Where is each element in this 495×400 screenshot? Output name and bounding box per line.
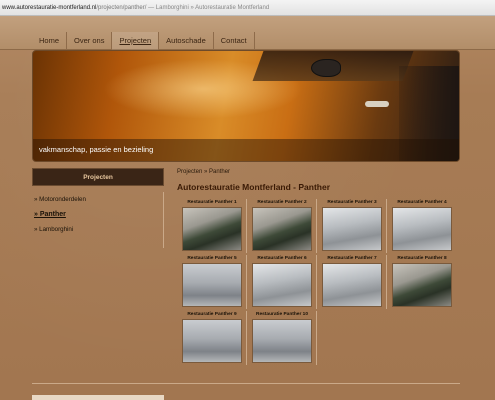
gallery-item-label: Restauratie Panther 8 [397,256,447,261]
footer-bar [32,395,164,400]
gallery-item[interactable]: Restauratie Panther 1 [180,199,244,251]
gallery-item-label: Restauratie Panther 1 [187,200,237,205]
sidebar-item-lamborghini[interactable]: » Lamborghini [32,222,163,237]
nav-autoschade[interactable]: Autoschade [158,32,213,50]
gallery-item[interactable]: Restauratie Panther 10 [250,311,314,363]
gallery-photo[interactable] [392,207,452,251]
gallery-separator [316,255,317,309]
browser-title-bar: www.autorestauratie-montferland.nl/proje… [0,0,495,16]
gallery-item-label: Restauratie Panther 10 [256,312,308,317]
gallery-photo[interactable] [322,263,382,307]
nav-projecten[interactable]: Projecten [111,32,159,50]
gallery-item-label: Restauratie Panther 7 [327,256,377,261]
gallery-item[interactable]: Restauratie Panther 5 [180,255,244,307]
gallery-separator [316,311,317,365]
hero-car-mirror [311,59,341,77]
gallery-photo[interactable] [252,207,312,251]
gallery-separator [386,199,387,253]
gallery-separator [246,199,247,253]
page-title: Autorestauratie Montferland - Panther [177,182,331,192]
gallery-separator [316,199,317,253]
gallery-item[interactable]: Restauratie Panther 4 [390,199,454,251]
gallery-item-label: Restauratie Panther 9 [187,312,237,317]
gallery-photo[interactable] [392,263,452,307]
gallery-item-label: Restauratie Panther 4 [397,200,447,205]
hero-car-door-handle [365,101,389,107]
nav-contact[interactable]: Contact [212,32,255,50]
gallery-item[interactable]: Restauratie Panther 6 [250,255,314,307]
gallery-separator [246,311,247,365]
gallery-item[interactable]: Restauratie Panther 7 [320,255,384,307]
sidebar-item-motoronderdelen[interactable]: » Motoronderdelen [32,192,163,207]
gallery-photo[interactable] [252,319,312,363]
gallery-item[interactable]: Restauratie Panther 9 [180,311,244,363]
hero-caption: vakmanschap, passie en bezieling [39,145,154,154]
window-title: — Lamborghini » Autorestauratie Montferl… [146,5,270,11]
sidebar-heading: Projecten [32,168,164,186]
url-host: www.autorestauratie-montferland.nl [2,5,97,11]
sidebar-item-panther[interactable]: » Panther [32,207,163,222]
gallery-photo[interactable] [182,207,242,251]
gallery-separator [386,255,387,309]
gallery-photo[interactable] [322,207,382,251]
gallery-photo[interactable] [182,263,242,307]
footer-divider [32,383,460,384]
nav-over-ons[interactable]: Over ons [66,32,111,50]
gallery-photo[interactable] [182,319,242,363]
gallery-separator [246,255,247,309]
gallery-item-label: Restauratie Panther 6 [257,256,307,261]
sidebar: Projecten » Motoronderdelen » Panther » … [32,168,164,248]
gallery-item[interactable]: Restauratie Panther 3 [320,199,384,251]
hero-banner: vakmanschap, passie en bezieling [32,50,460,162]
gallery-item-label: Restauratie Panther 2 [257,200,307,205]
sidebar-list: » Motoronderdelen » Panther » Lamborghin… [32,192,164,248]
gallery-item-label: Restauratie Panther 5 [187,256,237,261]
nav-home[interactable]: Home [32,32,66,50]
gallery-item-label: Restauratie Panther 3 [327,200,377,205]
gallery-item[interactable]: Restauratie Panther 2 [250,199,314,251]
url-path: /projecten/panther/ [96,5,147,11]
breadcrumb: Projecten » Panther [177,169,231,175]
gallery-photo[interactable] [252,263,312,307]
gallery-item[interactable]: Restauratie Panther 8 [390,255,454,307]
main-nav: Home Over ons Projecten Autoschade Conta… [32,32,255,50]
